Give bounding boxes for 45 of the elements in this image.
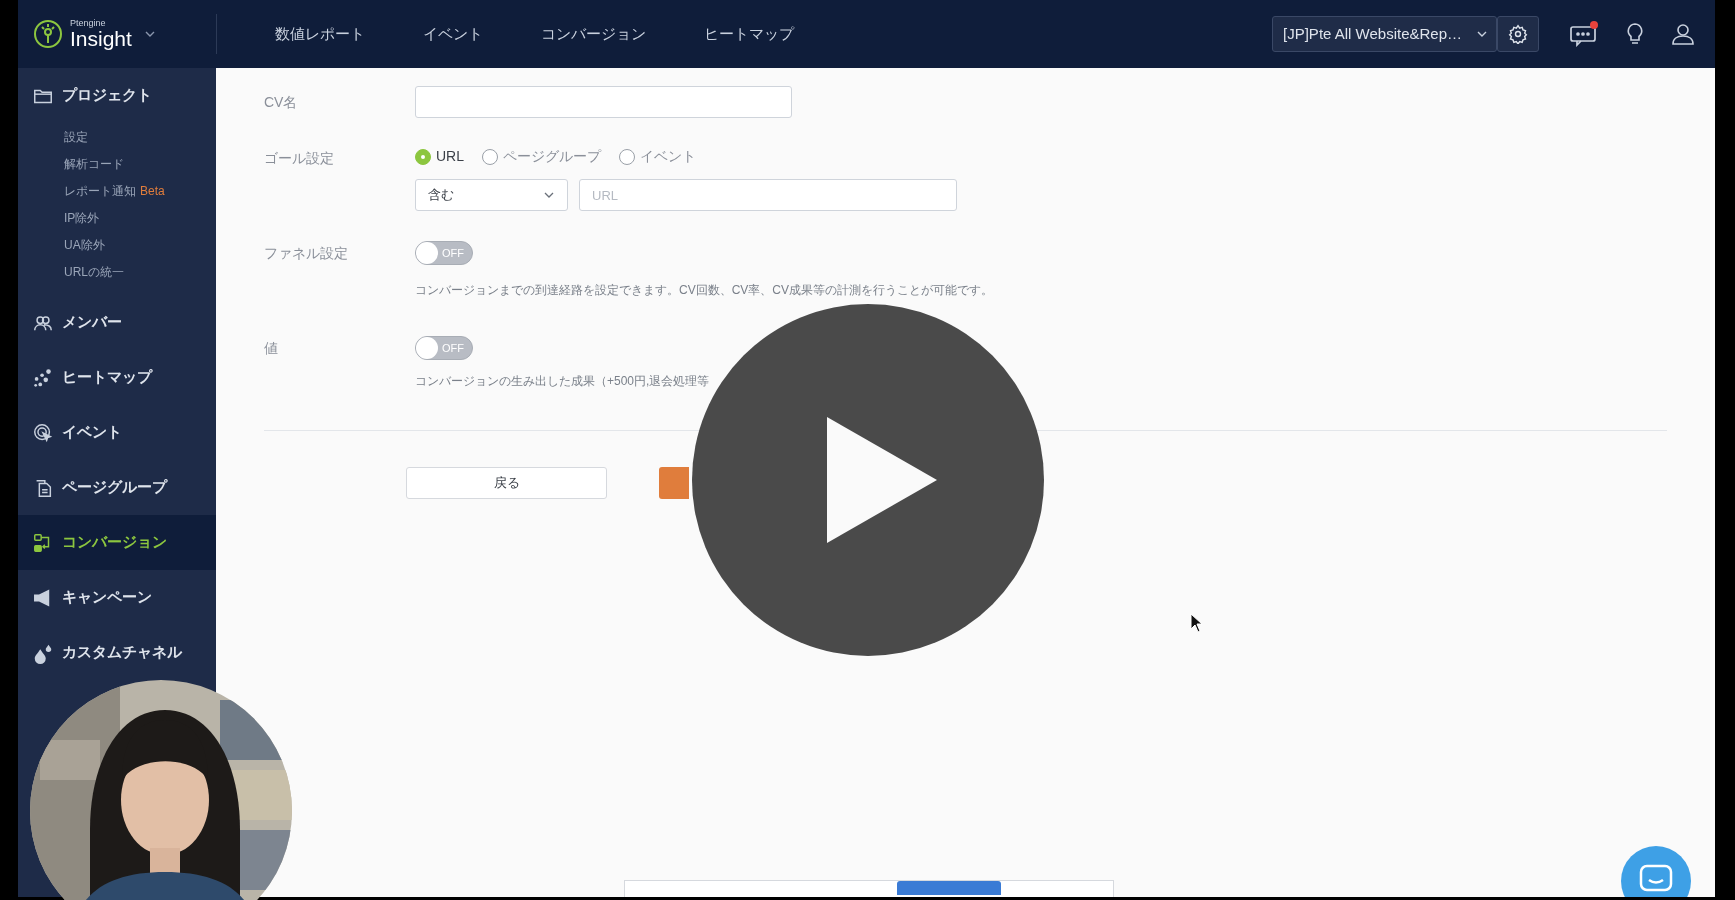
back-button[interactable]: 戻る xyxy=(406,467,607,499)
chat-notification-button[interactable] xyxy=(1569,21,1599,47)
field-label: 値 xyxy=(264,338,279,358)
chat-icon xyxy=(1639,864,1673,892)
field-label: ゴール設定 xyxy=(264,149,335,168)
sidebar-subitem[interactable]: 解析コード xyxy=(64,154,124,173)
sidebar-item[interactable]: ヒートマップ xyxy=(18,350,216,405)
logo-caption: Ptengine xyxy=(70,19,107,28)
lightbulb-logo-icon xyxy=(32,18,64,50)
logo-text: Insight xyxy=(70,28,132,49)
sidebar-item[interactable]: メンバー xyxy=(18,295,216,350)
user-icon[interactable] xyxy=(1671,22,1695,46)
sidebar-subitem[interactable]: URLの統一 xyxy=(64,262,124,281)
sidebar-subitem[interactable]: UA除外 xyxy=(64,235,105,254)
nav-link[interactable]: 数値レポート xyxy=(275,22,365,46)
cv-name-input[interactable] xyxy=(415,86,792,118)
match-dropdown[interactable]: 含む xyxy=(415,179,568,211)
lightbulb-icon[interactable] xyxy=(1625,22,1645,46)
nav-link[interactable]: イベント xyxy=(423,22,483,46)
sidebar-item[interactable]: イベント xyxy=(18,405,216,460)
nav-link[interactable]: コンバージョン xyxy=(541,22,646,46)
sidebar-item[interactable]: カスタムチャネル xyxy=(18,625,216,680)
sidebar-item[interactable]: コンバージョン xyxy=(18,515,216,570)
settings-icon xyxy=(1508,24,1528,44)
sidebar-item[interactable]: プロジェクト xyxy=(18,68,216,123)
target-cursor-icon xyxy=(32,421,54,444)
field-label: CV名 xyxy=(264,92,299,112)
sidebar-subitem[interactable]: レポート通知 xyxy=(64,181,136,200)
beta-label: Beta xyxy=(140,182,165,200)
chat-launcher-button[interactable] xyxy=(1621,846,1691,897)
help-text: コンバージョンまでの到達経路を設定できます。CV回数、CV率、CV成果等の計測を行うことが可能です。 xyxy=(415,282,994,299)
field-label: ファネル設定 xyxy=(264,243,349,263)
play-icon xyxy=(827,417,937,543)
sidebar-item[interactable]: ページグループ xyxy=(18,460,216,515)
radio-option[interactable]: URL xyxy=(415,146,464,167)
settings-button[interactable] xyxy=(1497,16,1539,52)
url-input[interactable]: URL xyxy=(579,179,957,211)
cursor-icon xyxy=(1190,613,1204,633)
nav-link[interactable]: ヒートマップ xyxy=(704,22,794,46)
sidebar-subitem[interactable]: IP除外 xyxy=(64,208,100,227)
sidebar-item[interactable]: キャンペーン xyxy=(18,570,216,625)
project-selector[interactable]: [JP]Pte All Website&Rep… xyxy=(1272,16,1497,52)
sidebar-subitem[interactable]: 設定 xyxy=(64,127,88,146)
help-text: コンバージョンの生み出した成果（+500円,退会処理等 xyxy=(415,373,711,390)
dots-icon xyxy=(32,366,54,389)
